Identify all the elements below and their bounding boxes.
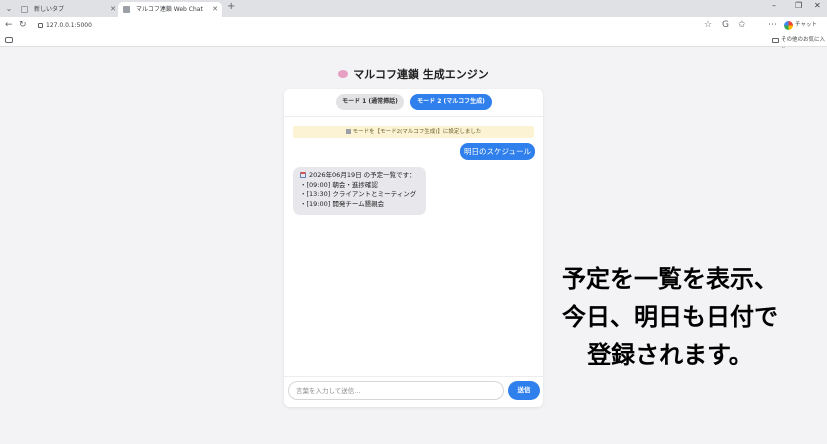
page-content: マルコフ連鎖 生成エンジン モード 1 (通常挿話) モード 2 (マルコフ生成…: [0, 48, 827, 444]
close-tab-icon[interactable]: ✕: [110, 2, 116, 17]
tab-title: マルコフ連鎖 Web Chat: [136, 6, 203, 13]
tab-search-icon[interactable]: ⌄: [2, 2, 16, 15]
address-bar[interactable]: 127.0.0.1:5000: [30, 19, 720, 32]
browser-toolbar: ← ↻ 127.0.0.1:5000 ☆ G ✩ ⋯ チャット: [0, 17, 827, 34]
divider: [284, 376, 543, 377]
bookmark-collection-icon[interactable]: [5, 37, 13, 43]
caption-line: 登録されます。: [587, 341, 753, 369]
close-tab-icon[interactable]: ✕: [212, 2, 218, 17]
caption-line: 今日、明日も日付で: [562, 303, 778, 331]
url-text: 127.0.0.1:5000: [46, 22, 92, 29]
mode2-button[interactable]: モード 2 (マルコフ生成): [410, 94, 492, 110]
favorites-icon[interactable]: ✩: [738, 20, 746, 30]
bot-message-header: 2026年06月19日 の予定一覧です：: [300, 171, 419, 181]
new-tab-button[interactable]: +: [227, 1, 235, 12]
system-notice-text: モードを【モード2(マルコフ生成)】に設定しました: [352, 129, 482, 135]
tab-markov-chat[interactable]: マルコフ連鎖 Web Chat ✕: [118, 2, 222, 17]
divider: [284, 116, 543, 117]
mode1-button[interactable]: モード 1 (通常挿話): [336, 94, 404, 110]
tab-strip: ⌄ 新しいタブ ✕ マルコフ連鎖 Web Chat ✕ + – ❐ ✕: [0, 0, 827, 17]
refresh-icon[interactable]: ↻: [19, 20, 27, 30]
tab-new-tab[interactable]: 新しいタブ ✕: [16, 2, 120, 17]
schedule-item: ・[09:00] 朝会・進捗確認: [300, 180, 378, 189]
message-input[interactable]: [288, 381, 504, 400]
restore-button[interactable]: ❐: [795, 1, 802, 10]
chat-label: チャット: [795, 22, 817, 28]
schedule-item: ・[19:00] 開発チーム懇親会: [300, 199, 385, 208]
back-icon[interactable]: ←: [5, 20, 13, 30]
minimize-button[interactable]: –: [772, 1, 776, 10]
page-icon: [21, 6, 28, 13]
bot-message-bubble: 2026年06月19日 の予定一覧です： ・[09:00] 朝会・進捗確認 ・[…: [293, 167, 426, 215]
close-window-button[interactable]: ✕: [814, 1, 821, 10]
more-icon[interactable]: ⋯: [768, 20, 777, 30]
folder-icon: [772, 38, 779, 43]
tab-title: 新しいタブ: [34, 6, 65, 13]
chat-logo-icon: [784, 21, 793, 30]
mode-selector: モード 1 (通常挿話) モード 2 (マルコフ生成): [284, 94, 543, 110]
page-title-text: マルコフ連鎖 生成エンジン: [353, 68, 489, 81]
send-button[interactable]: 送信: [508, 381, 540, 400]
brain-icon: [338, 70, 349, 78]
info-icon: [345, 129, 351, 134]
bookmarks-bar: その他のお気に入り: [0, 34, 827, 54]
calendar-icon: [300, 172, 306, 178]
bookmark-star-icon[interactable]: ☆: [704, 20, 712, 30]
chat-button[interactable]: チャット: [784, 20, 817, 31]
chat-card: モード 1 (通常挿話) モード 2 (マルコフ生成) モードを【モード2(マル…: [284, 89, 543, 407]
site-info-icon[interactable]: [38, 23, 43, 28]
google-icon[interactable]: G: [722, 20, 729, 30]
schedule-item: ・[13:30] クライアントとミーティング: [300, 190, 417, 198]
caption-line: 予定を一覧を表示、: [562, 265, 778, 293]
overlay-caption: 予定を一覧を表示、 今日、明日も日付で 登録されます。: [520, 260, 820, 374]
page-title: マルコフ連鎖 生成エンジン: [0, 66, 827, 82]
system-notice: モードを【モード2(マルコフ生成)】に設定しました: [293, 126, 534, 138]
page-icon: [123, 6, 130, 13]
bot-message-header-text: 2026年06月19日 の予定一覧です：: [309, 171, 416, 179]
user-message-bubble: 明日のスケジュール: [460, 143, 535, 160]
